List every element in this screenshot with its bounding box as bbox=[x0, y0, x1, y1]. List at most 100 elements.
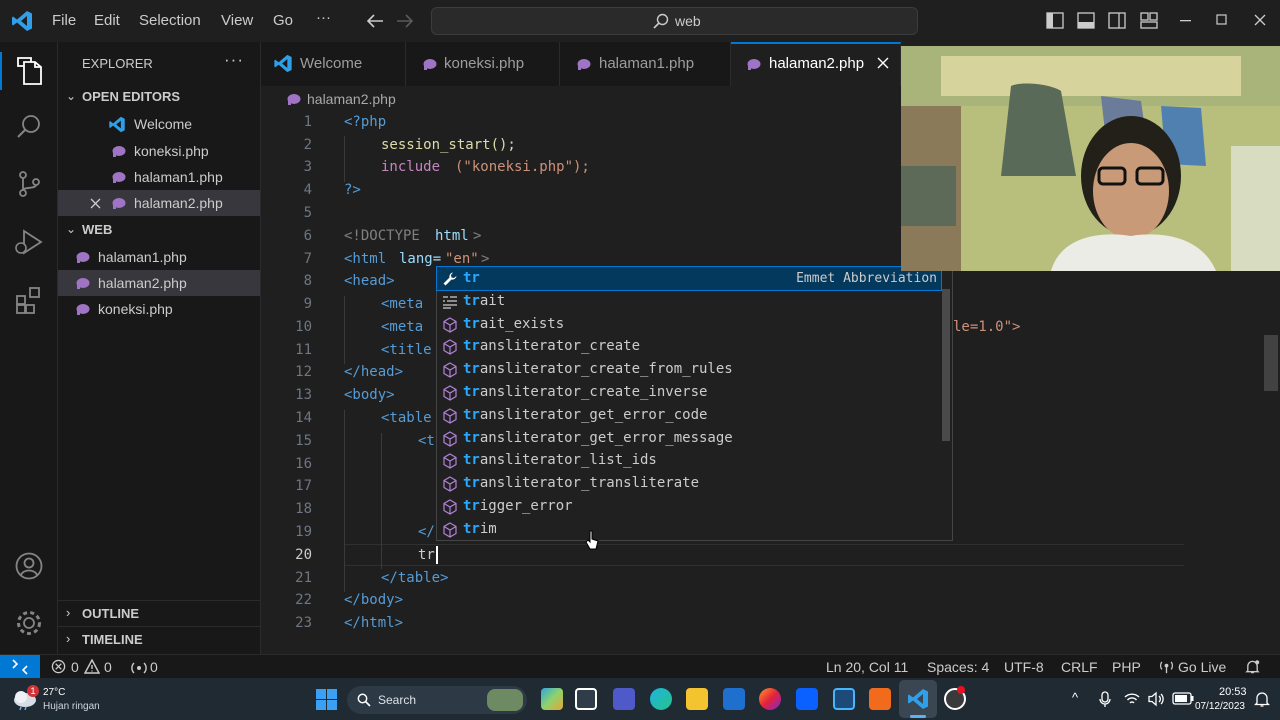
timeline-section[interactable]: › TIMELINE bbox=[58, 626, 260, 652]
code-token: </ bbox=[418, 524, 435, 540]
xampp-icon[interactable] bbox=[869, 688, 891, 710]
error-icon[interactable] bbox=[51, 659, 66, 674]
menu-selection[interactable]: Selection bbox=[139, 12, 201, 29]
vscode-file-icon bbox=[274, 54, 292, 73]
toggle-primary-sidebar-icon[interactable] bbox=[1046, 12, 1064, 29]
menu-edit[interactable]: Edit bbox=[94, 12, 120, 29]
language-mode[interactable]: PHP bbox=[1112, 659, 1141, 675]
folder-section[interactable]: ⌄ WEB bbox=[58, 217, 260, 243]
encoding[interactable]: UTF-8 bbox=[1004, 659, 1044, 675]
close-window-icon[interactable] bbox=[1254, 14, 1266, 26]
close-editor-icon[interactable] bbox=[90, 198, 101, 209]
menu-more[interactable]: ··· bbox=[316, 9, 331, 26]
cursor-position[interactable]: Ln 20, Col 11 bbox=[826, 659, 908, 675]
source-control-icon[interactable] bbox=[16, 170, 42, 198]
edge-browser-icon[interactable] bbox=[650, 688, 672, 710]
copilot-icon[interactable] bbox=[541, 688, 563, 710]
warning-count[interactable]: 0 bbox=[104, 659, 112, 675]
error-count[interactable]: 0 bbox=[71, 659, 79, 675]
tab-welcome[interactable]: Welcome bbox=[261, 42, 406, 86]
menu-file[interactable]: File bbox=[52, 12, 76, 29]
tab-halaman2-active[interactable]: halaman2.php bbox=[731, 42, 901, 86]
file-item-selected[interactable]: halaman2.php bbox=[58, 270, 260, 296]
menu-go[interactable]: Go bbox=[273, 12, 293, 29]
task-view-icon[interactable] bbox=[575, 688, 597, 710]
remote-indicator[interactable] bbox=[0, 655, 40, 679]
file-item[interactable]: halaman1.php bbox=[58, 244, 260, 270]
toggle-panel-icon[interactable] bbox=[1077, 12, 1095, 29]
explorer-more-actions[interactable]: ··· bbox=[224, 50, 244, 70]
suggestion-item[interactable]: trait_exists bbox=[437, 313, 941, 336]
open-editor-item[interactable]: halaman1.php bbox=[58, 164, 260, 190]
back-arrow-icon[interactable] bbox=[366, 13, 384, 29]
suggestion-item[interactable]: transliterator_transliterate bbox=[437, 472, 941, 495]
suggestion-item[interactable]: transliterator_get_error_code bbox=[437, 404, 941, 427]
firefox-icon[interactable] bbox=[759, 688, 781, 710]
suggestion-item[interactable]: trigger_error bbox=[437, 495, 941, 518]
forward-arrow-icon[interactable] bbox=[396, 13, 414, 29]
suggestion-item[interactable]: transliterator_list_ids bbox=[437, 449, 941, 472]
suggestion-item[interactable]: trait bbox=[437, 290, 941, 313]
file-explorer-icon[interactable] bbox=[686, 688, 708, 710]
indentation[interactable]: Spaces: 4 bbox=[927, 659, 989, 675]
extensions-icon[interactable] bbox=[15, 286, 43, 314]
suggestion-item[interactable]: trim bbox=[437, 518, 941, 541]
php-file-icon bbox=[577, 59, 591, 70]
accounts-icon[interactable] bbox=[15, 552, 43, 580]
microphone-icon[interactable] bbox=[1099, 691, 1111, 708]
ports-icon[interactable] bbox=[131, 659, 147, 675]
suggestion-item[interactable]: transliterator_create_from_rules bbox=[437, 358, 941, 381]
close-tab-icon[interactable] bbox=[877, 57, 889, 69]
network-icon[interactable] bbox=[1124, 691, 1140, 707]
ports-count[interactable]: 0 bbox=[150, 659, 158, 675]
microsoft-store-icon[interactable] bbox=[723, 688, 745, 710]
menu-view[interactable]: View bbox=[221, 12, 253, 29]
clock-date[interactable]: 07/12/2023 bbox=[1192, 701, 1245, 712]
end-of-line[interactable]: CRLF bbox=[1061, 659, 1098, 675]
tab-koneksi[interactable]: koneksi.php bbox=[406, 42, 560, 86]
suggestion-item-selected[interactable]: tr Emmet Abbreviation bbox=[436, 266, 942, 291]
editor-scrollbar[interactable] bbox=[1264, 335, 1278, 391]
suggestion-item[interactable]: transliterator_get_error_message bbox=[437, 427, 941, 450]
teams-icon[interactable] bbox=[613, 688, 635, 710]
maximize-icon[interactable] bbox=[1216, 14, 1228, 26]
battery-icon[interactable] bbox=[1172, 692, 1194, 705]
toggle-secondary-sidebar-icon[interactable] bbox=[1108, 12, 1126, 29]
dropbox-icon[interactable] bbox=[796, 688, 818, 710]
minimize-icon[interactable] bbox=[1180, 20, 1192, 22]
search-view-icon[interactable] bbox=[16, 114, 42, 140]
volume-icon[interactable] bbox=[1148, 691, 1165, 707]
weather-temp[interactable]: 27°C bbox=[43, 687, 65, 698]
vscode-taskbar-active[interactable] bbox=[899, 680, 937, 718]
chevron-up-icon[interactable]: ^ bbox=[1072, 690, 1078, 705]
tab-halaman1[interactable]: halaman1.php bbox=[560, 42, 731, 86]
explorer-files-icon[interactable] bbox=[15, 56, 43, 86]
tab-label: halaman1.php bbox=[599, 55, 695, 72]
warning-icon[interactable] bbox=[84, 659, 100, 674]
vscode-logo-icon bbox=[12, 11, 32, 31]
clock-time[interactable]: 20:53 bbox=[1219, 686, 1247, 698]
go-live-button[interactable]: Go Live bbox=[1178, 659, 1226, 675]
windows-start-icon[interactable] bbox=[316, 689, 337, 710]
line-number: 17 bbox=[295, 478, 312, 494]
suggestion-item[interactable]: transliterator_create_inverse bbox=[437, 381, 941, 404]
run-debug-icon[interactable] bbox=[14, 228, 44, 256]
app-icon[interactable] bbox=[833, 688, 855, 710]
suggestion-item[interactable]: transliterator_create bbox=[437, 335, 941, 358]
notification-center-icon[interactable] bbox=[1254, 691, 1270, 708]
customize-layout-icon[interactable] bbox=[1140, 12, 1158, 29]
notifications-bell-icon[interactable] bbox=[1245, 659, 1260, 675]
taskbar-search[interactable]: Search bbox=[347, 686, 527, 714]
line-number: 10 bbox=[295, 319, 312, 335]
manage-gear-icon[interactable] bbox=[15, 609, 43, 637]
open-editor-item[interactable]: koneksi.php bbox=[58, 138, 260, 164]
outline-section[interactable]: › OUTLINE bbox=[58, 600, 260, 626]
file-item[interactable]: koneksi.php bbox=[58, 296, 260, 322]
open-editors-section[interactable]: ⌄ OPEN EDITORS bbox=[58, 84, 260, 110]
weather-desc[interactable]: Hujan ringan bbox=[43, 701, 100, 712]
suggest-widget[interactable]: tr Emmet Abbreviation trait trait_exists… bbox=[436, 266, 953, 541]
command-center-search[interactable]: web bbox=[431, 7, 918, 35]
open-editor-item-active[interactable]: halaman2.php bbox=[58, 190, 260, 216]
suggest-scrollbar[interactable] bbox=[942, 289, 950, 441]
open-editor-item[interactable]: Welcome bbox=[58, 111, 260, 137]
